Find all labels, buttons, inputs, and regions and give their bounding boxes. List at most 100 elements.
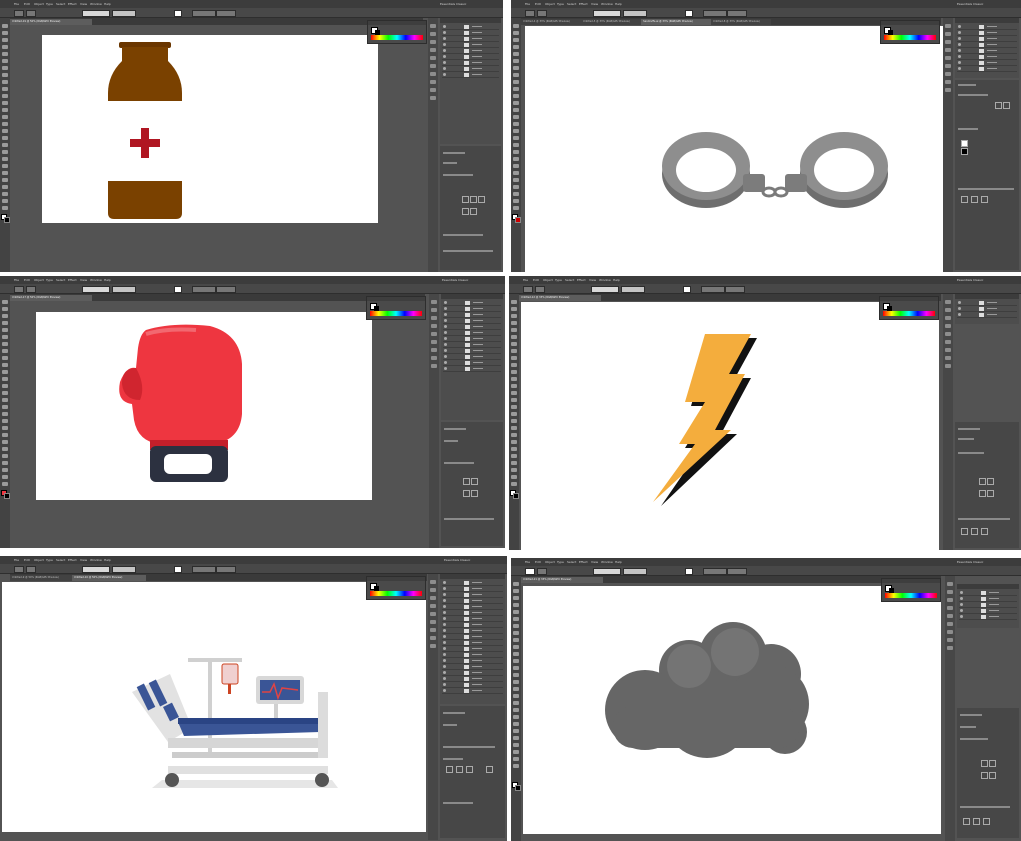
doc-tab[interactable]: Untitled-9 @ 50% (RGB/GPU Preview) [10, 575, 72, 581]
brushes-panel-icon[interactable] [430, 40, 436, 44]
color-panel-icon[interactable] [945, 300, 951, 304]
layer-name[interactable] [472, 665, 482, 667]
menu-edit[interactable]: Edit [24, 0, 30, 8]
menu-object[interactable]: Object [545, 558, 555, 566]
appearance-panel-icon[interactable] [430, 636, 436, 640]
direct-selection-tool-icon[interactable] [2, 31, 8, 35]
graph-tool-icon[interactable] [513, 178, 519, 182]
symbol-sprayer-tool-icon[interactable] [511, 447, 517, 451]
paintbrush-tool-icon[interactable] [2, 80, 8, 84]
perspective-grid-tool-icon[interactable] [2, 412, 8, 416]
color-spectrum[interactable] [883, 311, 935, 316]
menu-effect[interactable]: Effect [68, 0, 77, 8]
width-field[interactable] [995, 102, 1002, 109]
menu-view[interactable]: View [80, 556, 87, 564]
swatches-panel-icon[interactable] [945, 32, 951, 36]
layer-name[interactable] [472, 629, 482, 631]
layers-panel-icon[interactable] [430, 96, 436, 100]
rotate-tool-icon[interactable] [513, 659, 519, 663]
brush-icon[interactable] [961, 196, 968, 203]
paintbrush-tool-icon[interactable] [511, 356, 517, 360]
brush-definition[interactable] [82, 286, 110, 293]
fill-swatch[interactable] [525, 568, 535, 575]
gradient-tool-icon[interactable] [513, 708, 519, 712]
shape-builder-tool-icon[interactable] [511, 405, 517, 409]
brush-icon[interactable] [971, 196, 978, 203]
magic-wand-tool-icon[interactable] [2, 314, 8, 318]
document-setup-button[interactable] [192, 286, 216, 293]
layer-row[interactable] [442, 72, 499, 78]
doc-tab[interactable]: Untitled-17 @ 50% (RGB/GPU Preview) [10, 295, 92, 301]
visibility-eye-icon[interactable] [444, 313, 447, 316]
doc-tab[interactable]: Untitled-12 @ 33% (RGB/GPU Preview) [519, 295, 601, 301]
rectangle-tool-icon[interactable] [513, 73, 519, 77]
align-left-icon[interactable] [979, 478, 986, 485]
layer-row[interactable] [957, 312, 1017, 318]
visibility-eye-icon[interactable] [443, 605, 446, 608]
color-spectrum[interactable] [370, 591, 422, 596]
stroke-swatch[interactable] [537, 568, 547, 575]
perspective-grid-tool-icon[interactable] [511, 412, 517, 416]
line-tool-icon[interactable] [513, 624, 519, 628]
align-center-icon[interactable] [987, 478, 994, 485]
visibility-eye-icon[interactable] [443, 61, 446, 64]
rulers-icon[interactable] [981, 772, 988, 779]
menu-file[interactable]: File [523, 276, 528, 284]
properties-tab[interactable] [958, 428, 980, 430]
color-panel-icon[interactable] [430, 24, 436, 28]
eyedropper-tool-icon[interactable] [513, 157, 519, 161]
align-center-icon[interactable] [470, 196, 477, 203]
stroke-panel-icon[interactable] [947, 614, 953, 618]
visibility-eye-icon[interactable] [444, 307, 447, 310]
pencil-tool-icon[interactable] [2, 363, 8, 367]
layer-name[interactable] [473, 313, 483, 315]
visibility-eye-icon[interactable] [960, 615, 963, 618]
color-panel-icon[interactable] [430, 580, 436, 584]
swatches-panel-icon[interactable] [947, 590, 953, 594]
layer-name[interactable] [472, 49, 482, 51]
menu-object[interactable]: Object [34, 276, 44, 284]
slice-tool-icon[interactable] [511, 468, 517, 472]
visibility-eye-icon[interactable] [958, 43, 961, 46]
layer-name[interactable] [472, 25, 482, 27]
graph-tool-icon[interactable] [511, 454, 517, 458]
doc-tab[interactable]: Untitled-19 @ 50% (RGB/GPU Preview) [10, 19, 92, 25]
transparency-panel-icon[interactable] [430, 628, 436, 632]
layer-name[interactable] [472, 581, 482, 583]
menu-file[interactable]: File [14, 276, 19, 284]
menu-select[interactable]: Select [565, 276, 574, 284]
layer-name[interactable] [472, 37, 482, 39]
layer-name[interactable] [989, 615, 999, 617]
visibility-eye-icon[interactable] [443, 677, 446, 680]
symbols-panel-icon[interactable] [947, 606, 953, 610]
direct-selection-tool-icon[interactable] [513, 31, 519, 35]
menu-select[interactable]: Select [567, 0, 576, 8]
direct-selection-tool-icon[interactable] [511, 307, 517, 311]
pen-tool-icon[interactable] [511, 328, 517, 332]
free-transform-tool-icon[interactable] [2, 122, 8, 126]
panel-tabs[interactable] [443, 250, 493, 252]
color-spectrum[interactable] [885, 593, 937, 598]
layer-name[interactable] [987, 307, 997, 309]
layer-name[interactable] [473, 331, 483, 333]
document-setup-button[interactable] [701, 286, 725, 293]
menu-edit[interactable]: Edit [24, 276, 30, 284]
layer-name[interactable] [472, 635, 482, 637]
artboard[interactable] [523, 586, 941, 834]
slice-tool-icon[interactable] [513, 750, 519, 754]
stroke-swatch[interactable] [26, 10, 36, 17]
layers-panel-header[interactable] [957, 584, 1019, 589]
pen-tool-icon[interactable] [2, 328, 8, 332]
zoom-tool-icon[interactable] [2, 482, 8, 486]
color-panel-icon[interactable] [431, 300, 437, 304]
appearance-panel-icon[interactable] [945, 80, 951, 84]
mesh-tool-icon[interactable] [513, 143, 519, 147]
mesh-tool-icon[interactable] [511, 419, 517, 423]
layer-name[interactable] [472, 593, 482, 595]
width-tool-icon[interactable] [513, 673, 519, 677]
panel-tabs[interactable] [443, 746, 495, 748]
style-swatch[interactable] [174, 286, 182, 293]
menu-effect[interactable]: Effect [579, 558, 588, 566]
menu-select[interactable]: Select [56, 0, 65, 8]
gradient-tool-icon[interactable] [2, 426, 8, 430]
